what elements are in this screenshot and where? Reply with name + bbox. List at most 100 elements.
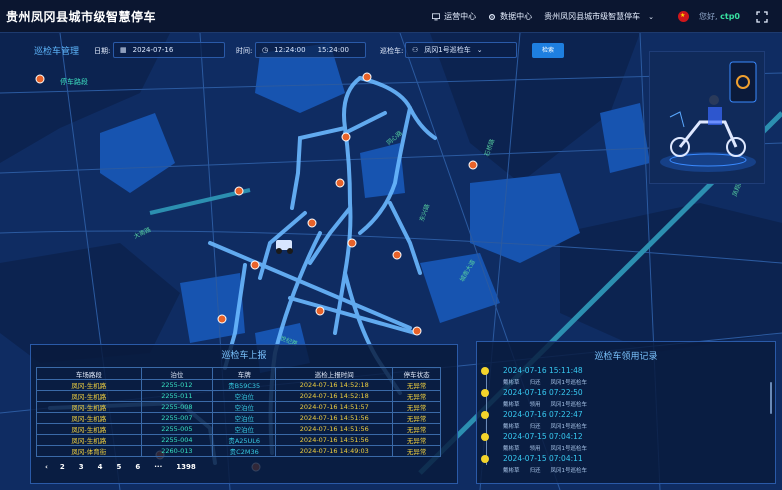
table-cell: 凤冈-生机路 [36, 412, 142, 424]
page-button[interactable]: 1398 [176, 463, 195, 471]
prev-page-icon[interactable]: ‹ [45, 463, 48, 471]
timeline-dot-icon [481, 389, 489, 397]
table-cell: 凤冈-生机路 [36, 401, 142, 413]
table-cell: 空泊位 [212, 390, 277, 402]
log-detail-field: 归还 [529, 380, 541, 386]
table-cell: 2024-07-16 14:51:56 [275, 423, 394, 435]
table-cell: 2024-07-16 14:51:56 [275, 412, 394, 424]
clock-icon: ◷ [262, 46, 269, 54]
log-detail-field: 戴彬草 [503, 402, 520, 408]
table-cell: 无异常 [392, 390, 441, 402]
table-cell: 2260-013 [140, 445, 214, 457]
page-button[interactable]: 2 [60, 463, 65, 471]
log-time: 2024-07-16 07:22:47 [503, 410, 583, 419]
log-time: 2024-07-15 07:04:12 [503, 432, 583, 441]
table-row[interactable]: 凤冈-生机路 2255-011 空泊位 2024-07-16 14:52:18 无异常 [36, 390, 441, 402]
column-header: 巡检上报时间 [275, 367, 394, 380]
table-cell: 空泊位 [212, 401, 277, 413]
table-cell: 2255-011 [140, 390, 214, 402]
page-button[interactable]: 6 [135, 463, 140, 471]
table-cell: 凤冈-生机路 [36, 390, 142, 402]
log-detail-field: 戴彬草 [503, 468, 520, 474]
table-cell: 凤冈-生机路 [36, 434, 142, 446]
vehicle-thumbnail [649, 51, 765, 184]
nav-item-data-center[interactable]: 数据中心 [488, 11, 532, 22]
column-header: 车牌 [212, 367, 277, 380]
report-panel-title: 巡检车上报 [221, 351, 267, 361]
page-button[interactable]: 4 [98, 463, 103, 471]
log-detail-field: 凤冈1号巡检车 [550, 402, 588, 408]
log-detail-field: 戴彬草 [503, 446, 520, 452]
date-value: 2024-07-16 [132, 46, 174, 54]
time-start: 12:24:00 [274, 46, 306, 54]
table-row[interactable]: 凤冈-生机路 2255-004 贵A25UL6 2024-07-16 14:51:56… [36, 434, 441, 446]
vehicle-select[interactable]: ⚇ 凤冈1号巡检车 ⌄ [405, 42, 517, 58]
nav-label: 贵州凤冈县城市级智慧停车 [544, 12, 641, 21]
table-cell: 2255-012 [140, 379, 214, 391]
table-header-row: 车场路段 泊位 车牌 巡检上报时间 停车状态 [36, 367, 441, 380]
column-header: 车场路段 [36, 367, 142, 380]
time-range-picker[interactable]: ◷ 12:24:00 15:24:00 [255, 42, 366, 58]
table-row[interactable]: 凤冈-生机路 2255-005 空泊位 2024-07-16 14:51:56 无异常 [36, 423, 441, 435]
chevron-down-icon: ⌄ [648, 12, 655, 21]
log-detail: 戴彬草 归还 凤冈1号巡检车 [503, 378, 597, 386]
monitor-icon [432, 12, 441, 20]
parking-route-tag: 停车路段 [60, 78, 88, 86]
table-cell: 无异常 [392, 445, 441, 457]
log-detail-field: 凤冈1号巡检车 [550, 468, 588, 474]
log-detail-field: 领用 [529, 446, 541, 452]
table-cell: 凤冈-体育街 [36, 445, 142, 457]
table-cell: 无异常 [392, 412, 441, 424]
log-detail-field: 凤冈1号巡检车 [550, 446, 588, 452]
table-cell: 无异常 [392, 401, 441, 413]
page-ellipsis: ··· [154, 463, 163, 471]
vehicle-value: 凤冈1号巡检车 [424, 46, 471, 54]
inspection-vehicle-illustration [650, 52, 764, 183]
table-cell: 凤冈-生机路 [36, 379, 142, 391]
top-nav: 运营中心 数据中心 贵州凤冈县城市级智慧停车 ⌄ 您好, ctp0 [432, 0, 782, 33]
table-cell: 贵B59C35 [212, 379, 277, 391]
log-detail-field: 归还 [529, 424, 541, 430]
log-detail-field: 凤冈1号巡检车 [550, 380, 588, 386]
table-row[interactable]: 凤冈-生机路 2255-012 贵B59C35 2024-07-16 14:52:18… [36, 379, 441, 391]
username: ctp0 [720, 12, 740, 21]
nav-item-city-select[interactable]: 贵州凤冈县城市级智慧停车 ⌄ [544, 11, 654, 22]
usage-log-title: 巡检车领用记录 [594, 352, 658, 362]
table-cell: 凤冈-生机路 [36, 423, 142, 435]
log-time: 2024-07-16 15:11:48 [503, 366, 583, 375]
table-cell: 空泊位 [212, 423, 277, 435]
nav-item-operations[interactable]: 运营中心 [432, 11, 476, 22]
table-row[interactable]: 凤冈-生机路 2255-008 空泊位 2024-07-16 14:51:57 无异常 [36, 401, 441, 413]
log-detail: 戴彬草 归还 凤冈1号巡检车 [503, 466, 597, 474]
table-cell: 空泊位 [212, 412, 277, 424]
language-flag-icon[interactable] [678, 11, 690, 22]
fullscreen-icon[interactable] [756, 10, 768, 23]
user-icon: ⚇ [412, 46, 419, 54]
log-detail: 戴彬草 归还 凤冈1号巡检车 [503, 422, 597, 430]
table-cell: 无异常 [392, 379, 441, 391]
scrollbar[interactable] [770, 382, 772, 414]
log-detail: 戴彬草 领用 凤冈1号巡检车 [503, 400, 597, 408]
section-title: 巡检车管理 [34, 47, 80, 57]
log-detail: 戴彬草 领用 凤冈1号巡检车 [503, 444, 597, 452]
vehicle-label: 巡检车: [380, 47, 404, 55]
time-end: 15:24:00 [317, 46, 350, 54]
nav-label: 运营中心 [444, 12, 477, 21]
chevron-down-icon: ⌄ [476, 46, 483, 54]
table-cell: 贵C2M36 [212, 445, 277, 457]
table-cell: 贵A25UL6 [212, 434, 277, 446]
log-time: 2024-07-16 07:22:50 [503, 388, 583, 397]
table-row[interactable]: 凤冈-体育街 2260-013 贵C2M36 2024-07-16 14:49:03 无… [36, 445, 441, 457]
date-picker[interactable]: ▦ 2024-07-16 [113, 42, 225, 58]
table-cell: 无异常 [392, 434, 441, 446]
search-button[interactable]: 检索 [532, 43, 564, 58]
page-button[interactable]: 3 [79, 463, 84, 471]
page-button[interactable]: 5 [117, 463, 122, 471]
pagination: ‹ 2 3 4 5 6 ··· 1398 [45, 463, 210, 471]
time-label: 时间: [236, 47, 253, 55]
nav-label: 数据中心 [500, 12, 533, 21]
column-header: 停车状态 [392, 367, 441, 380]
top-bar: 贵州凤冈县城市级智慧停车 运营中心 数据中心 贵州凤冈县城市级智慧停车 ⌄ 您好… [0, 0, 782, 33]
table-row[interactable]: 凤冈-生机路 2255-007 空泊位 2024-07-16 14:51:56 无异常 [36, 412, 441, 424]
log-detail-field: 戴彬草 [503, 424, 520, 430]
